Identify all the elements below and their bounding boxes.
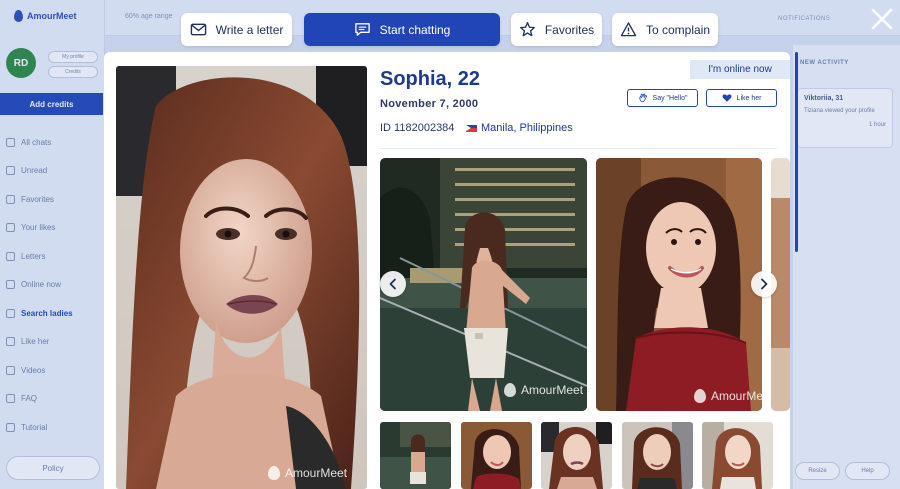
watermark-logo-icon [504, 383, 516, 397]
gallery-prev-button[interactable] [380, 271, 406, 297]
chat-bubble-icon [354, 23, 370, 36]
gallery-image-red-top [596, 158, 762, 411]
watermark: AmourMeet [504, 383, 583, 397]
close-icon[interactable] [869, 6, 895, 32]
gallery-photo[interactable]: AmourMeet [596, 158, 762, 411]
thumbnail-image [380, 422, 451, 489]
thumbnail-image [702, 422, 773, 489]
heart-icon [722, 94, 732, 102]
profile-modal: AmourMeet Sophia, 22 November 7, 2000 ID… [104, 52, 790, 489]
chevron-left-icon [389, 278, 396, 290]
complain-button[interactable]: To complain [612, 13, 718, 46]
star-icon [519, 22, 535, 37]
write-letter-button[interactable]: Write a letter [181, 13, 292, 46]
wave-hand-icon [638, 93, 647, 103]
like-her-button[interactable]: Like her [706, 89, 777, 107]
start-chatting-button[interactable]: Start chatting [304, 13, 500, 46]
thumbnail-image [622, 422, 693, 489]
gallery-thumbnail[interactable] [380, 422, 451, 489]
favorites-button[interactable]: Favorites [511, 13, 602, 46]
gallery-thumbnail[interactable] [702, 422, 773, 489]
gallery-thumbnail[interactable] [461, 422, 532, 489]
divider [380, 148, 777, 149]
thumbnail-image [541, 422, 612, 489]
chevron-right-icon [761, 278, 768, 290]
location: Manila, Philippines [466, 122, 573, 134]
main-profile-photo[interactable]: AmourMeet [116, 66, 367, 489]
watermark: AmourMeet [268, 466, 347, 480]
gallery-next-button[interactable] [751, 271, 777, 297]
gallery-photo[interactable]: AmourMeet [380, 158, 587, 411]
profile-id: ID 1182002384 [380, 122, 455, 134]
thumbnail-image [461, 422, 532, 489]
envelope-icon [190, 23, 206, 36]
watermark-logo-icon [268, 466, 280, 480]
philippines-flag-icon [466, 124, 477, 132]
gallery-thumbnail[interactable] [541, 422, 612, 489]
watermark-logo-icon [694, 389, 706, 403]
profile-name: Sophia, 22 [380, 68, 481, 90]
gallery-image-pool [380, 158, 587, 411]
portrait-image [116, 66, 367, 489]
modal-scrollbar[interactable] [795, 52, 798, 252]
say-hello-button[interactable]: Say "Hello" [627, 89, 698, 107]
online-status-badge: I'm online now [690, 60, 790, 79]
warning-icon [620, 22, 637, 37]
birth-date: November 7, 2000 [380, 98, 479, 110]
gallery-thumbnail[interactable] [622, 422, 693, 489]
watermark: AmourMeet [694, 389, 762, 403]
